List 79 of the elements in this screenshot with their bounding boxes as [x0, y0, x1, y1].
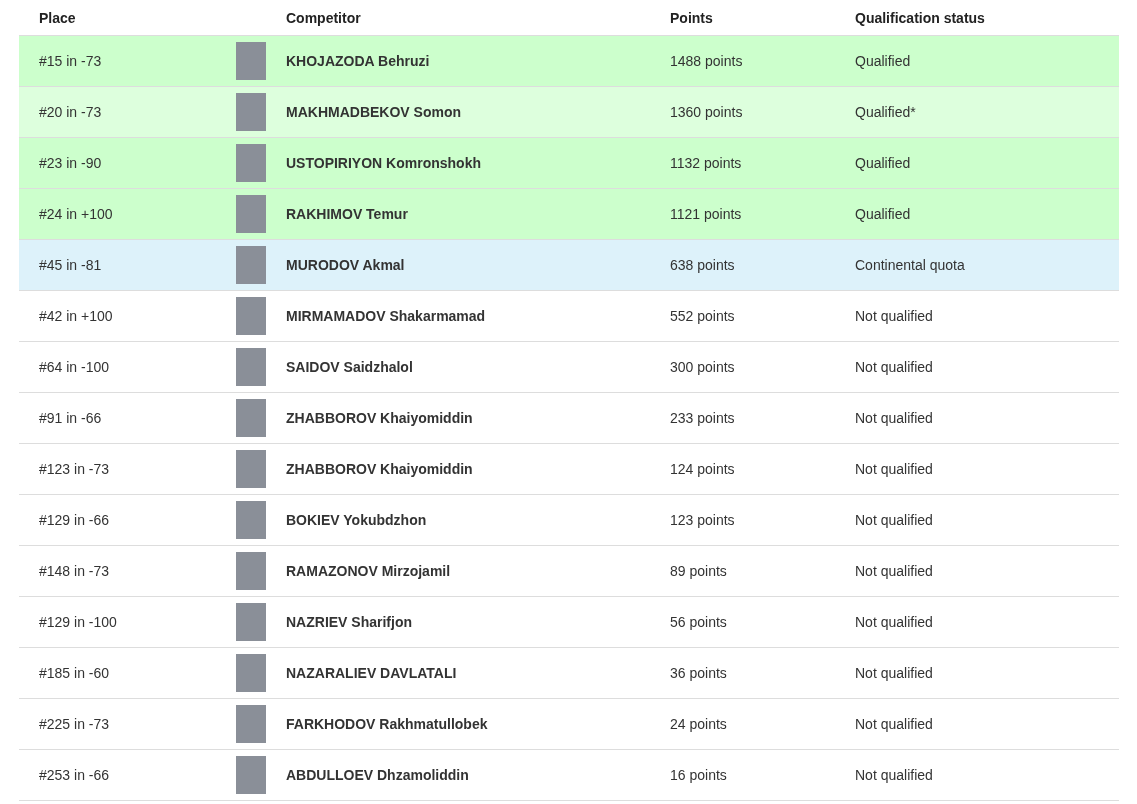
- place-text: #123 in -73: [39, 461, 110, 477]
- place-text: #253 in -66: [39, 767, 110, 783]
- photo-placeholder: [236, 297, 266, 335]
- column-header: Place: [39, 10, 76, 26]
- points-text: 1121 points: [670, 206, 742, 222]
- photo-placeholder: [236, 552, 266, 590]
- status-text: Qualified: [855, 155, 911, 171]
- place-text: #129 in -100: [39, 614, 117, 630]
- status-text: Qualified: [855, 53, 911, 69]
- photo-placeholder: [236, 501, 266, 539]
- competitor-name: KHOJAZODA Behruzi: [286, 53, 430, 69]
- place-text: #45 in -81: [39, 257, 102, 273]
- points-text: 89 points: [670, 563, 727, 579]
- place-text: #225 in -73: [39, 716, 110, 732]
- photo-placeholder: [236, 705, 266, 743]
- competitor-name: MAKHMADBEKOV Somon: [286, 104, 461, 120]
- competitor-name: ZHABBOROV Khaiyomiddin: [286, 461, 473, 477]
- points-text: 638 points: [670, 257, 735, 273]
- points-text: 36 points: [670, 665, 727, 681]
- place-text: #129 in -66: [39, 512, 110, 528]
- photo-placeholder: [236, 93, 266, 131]
- place-text: #148 in -73: [39, 563, 110, 579]
- points-text: 123 points: [670, 512, 735, 528]
- photo-placeholder: [236, 399, 266, 437]
- points-text: 233 points: [670, 410, 735, 426]
- points-text: 1132 points: [670, 155, 742, 171]
- competitor-name: ZHABBOROV Khaiyomiddin: [286, 410, 473, 426]
- place-text: #23 in -90: [39, 155, 102, 171]
- photo-placeholder: [236, 348, 266, 386]
- competitor-name: MIRMAMADOV Shakarmamad: [286, 308, 486, 324]
- place-text: #91 in -66: [39, 410, 102, 426]
- column-header: Competitor: [286, 10, 361, 26]
- competitor-name: USTOPIRIYON Komronshokh: [286, 155, 481, 171]
- competitor-name: ABDULLOEV Dhzamoliddin: [286, 767, 469, 783]
- status-text: Continental quota: [855, 257, 965, 273]
- status-text: Qualified*: [855, 104, 916, 120]
- status-text: Not qualified: [855, 410, 933, 426]
- competitor-name: FARKHODOV Rakhmatullobek: [286, 716, 488, 732]
- points-text: 24 points: [670, 716, 727, 732]
- points-text: 56 points: [670, 614, 727, 630]
- place-text: #20 in -73: [39, 104, 102, 120]
- competitor-name: RAKHIMOV Temur: [286, 206, 408, 222]
- status-text: Not qualified: [855, 614, 933, 630]
- status-text: Not qualified: [855, 308, 933, 324]
- photo-placeholder: [236, 654, 266, 692]
- status-text: Not qualified: [855, 563, 933, 579]
- photo-placeholder: [236, 756, 266, 794]
- status-text: Not qualified: [855, 359, 933, 375]
- points-text: 124 points: [670, 461, 735, 477]
- photo-placeholder: [236, 195, 266, 233]
- competitor-name: MURODOV Akmal: [286, 257, 405, 273]
- competitor-name: NAZARALIEV DAVLATALI: [286, 665, 457, 681]
- points-text: 300 points: [670, 359, 735, 375]
- place-text: #42 in +100: [39, 308, 113, 324]
- place-text: #15 in -73: [39, 53, 102, 69]
- points-text: 1488 points: [670, 53, 743, 69]
- photo-placeholder: [236, 246, 266, 284]
- place-text: #24 in +100: [39, 206, 113, 222]
- competitor-name: NAZRIEV Sharifjon: [286, 614, 412, 630]
- status-text: Qualified: [855, 206, 911, 222]
- competitor-name: RAMAZONOV Mirzojamil: [286, 563, 451, 579]
- status-text: Not qualified: [855, 512, 933, 528]
- status-text: Not qualified: [855, 461, 933, 477]
- photo-placeholder: [236, 450, 266, 488]
- photo-placeholder: [236, 42, 266, 80]
- column-header: Points: [670, 10, 713, 26]
- status-text: Not qualified: [855, 716, 933, 732]
- column-header: Qualification status: [855, 10, 985, 26]
- place-text: #185 in -60: [39, 665, 110, 681]
- photo-placeholder: [236, 603, 266, 641]
- points-text: 1360 points: [670, 104, 743, 120]
- place-text: #64 in -100: [39, 359, 110, 375]
- status-text: Not qualified: [855, 767, 933, 783]
- competitor-name: BOKIEV Yokubdzhon: [286, 512, 427, 528]
- points-text: 16 points: [670, 767, 727, 783]
- status-text: Not qualified: [855, 665, 933, 681]
- competitor-name: SAIDOV Saidzhalol: [286, 359, 413, 375]
- photo-placeholder: [236, 144, 266, 182]
- points-text: 552 points: [670, 308, 735, 324]
